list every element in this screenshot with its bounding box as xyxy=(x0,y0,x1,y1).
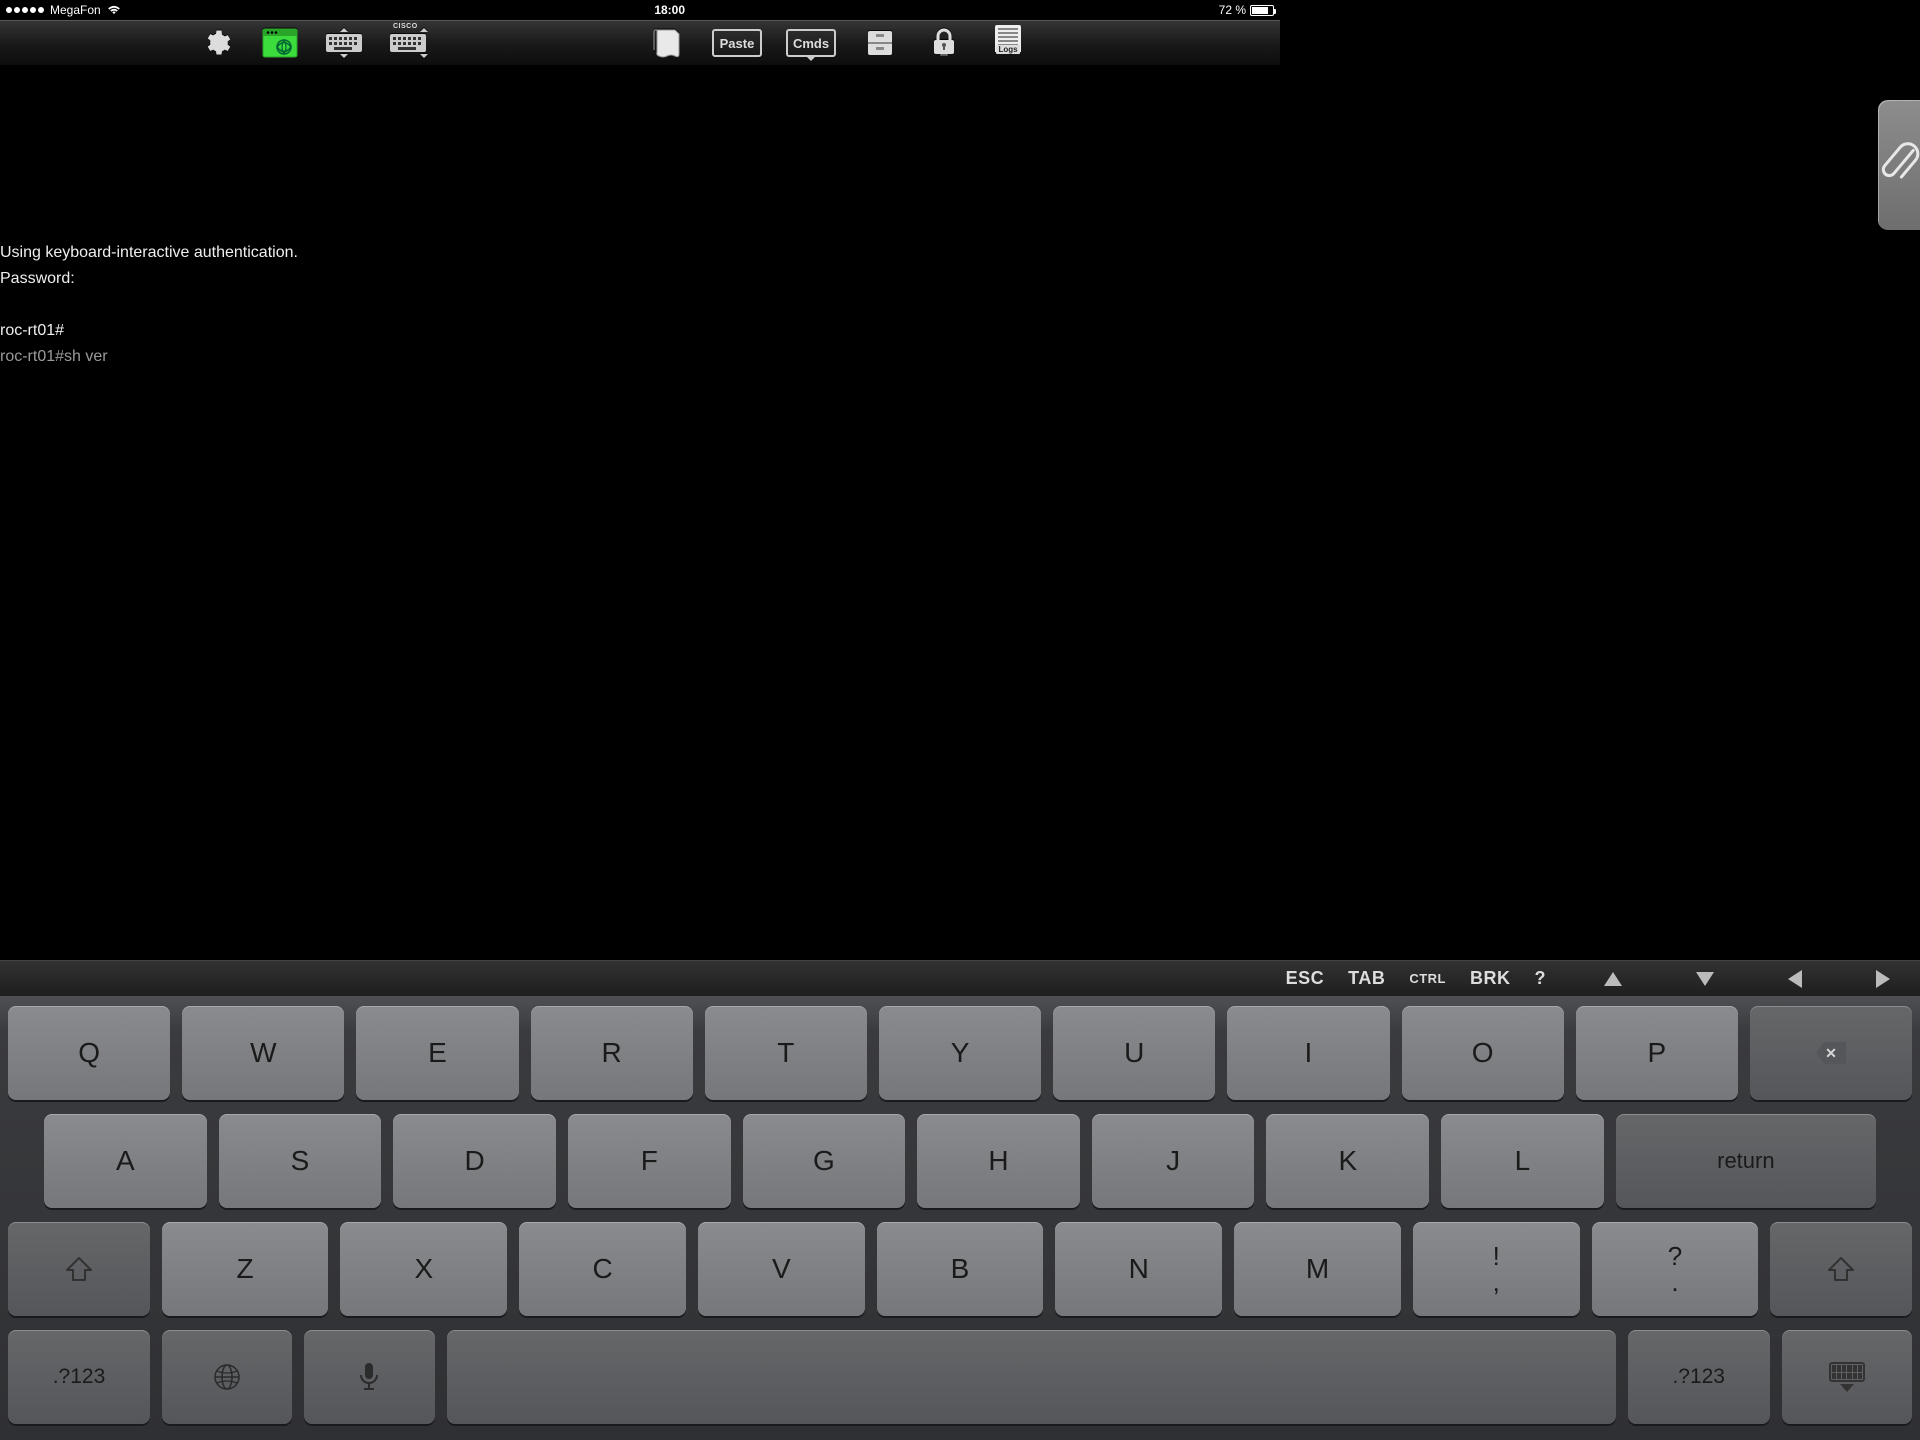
key-b[interactable]: B xyxy=(877,1222,1044,1316)
shift-icon xyxy=(65,1256,93,1282)
hide-keyboard-key[interactable] xyxy=(1782,1330,1912,1424)
terminal-line: Password: xyxy=(0,266,298,292)
hide-keyboard-icon xyxy=(1829,1362,1865,1392)
onscreen-keyboard: QWERTYUIOP✕ ASDFGHJKLreturn ZXCVBNM!,?. … xyxy=(0,996,1920,1440)
key-r[interactable]: R xyxy=(531,1006,693,1100)
brk-key[interactable]: BRK xyxy=(1470,968,1511,989)
ctrl-key[interactable]: CTRL xyxy=(1409,971,1446,986)
key-i[interactable]: I xyxy=(1227,1006,1389,1100)
keyboard-toggle-button[interactable] xyxy=(324,25,364,61)
arrow-up-key[interactable] xyxy=(1604,972,1622,986)
file-manager-button[interactable] xyxy=(860,25,900,61)
arrow-right-key[interactable] xyxy=(1876,970,1890,988)
shift-key-right[interactable] xyxy=(1770,1222,1912,1316)
terminal-aux-keys: ESC TAB CTRL BRK ? xyxy=(0,960,1920,996)
globe-icon xyxy=(212,1362,242,1392)
shift-key-left[interactable] xyxy=(8,1222,150,1316)
key-u[interactable]: U xyxy=(1053,1006,1215,1100)
terminal-line xyxy=(0,292,298,318)
key-z[interactable]: Z xyxy=(162,1222,329,1316)
mode-key-right[interactable]: .?123 xyxy=(1628,1330,1770,1424)
terminal-line: roc-rt01#sh ver xyxy=(0,344,298,370)
connections-button[interactable] xyxy=(260,25,300,61)
commands-button[interactable]: Cmds xyxy=(786,29,836,57)
signal-strength-icon xyxy=(6,7,44,13)
svg-text:****: **** xyxy=(940,54,948,59)
key-period[interactable]: ?. xyxy=(1592,1222,1759,1316)
return-key[interactable]: return xyxy=(1616,1114,1876,1208)
key-p[interactable]: P xyxy=(1576,1006,1738,1100)
settings-button[interactable] xyxy=(196,25,236,61)
key-s[interactable]: S xyxy=(219,1114,382,1208)
backspace-key[interactable]: ✕ xyxy=(1750,1006,1912,1100)
shift-icon xyxy=(1827,1256,1855,1282)
wifi-icon xyxy=(107,5,121,15)
terminal-line: roc-rt01# xyxy=(0,318,298,344)
app-toolbar: CISCO Paste Cmds **** Logs xyxy=(0,20,1280,66)
key-g[interactable]: G xyxy=(743,1114,906,1208)
backspace-icon: ✕ xyxy=(1816,1042,1846,1064)
battery-percent: 72 % xyxy=(1219,3,1246,17)
key-n[interactable]: N xyxy=(1055,1222,1222,1316)
key-y[interactable]: Y xyxy=(879,1006,1041,1100)
key-x[interactable]: X xyxy=(340,1222,507,1316)
carrier-label: MegaFon xyxy=(50,3,101,17)
key-d[interactable]: D xyxy=(393,1114,556,1208)
help-key[interactable]: ? xyxy=(1535,968,1547,989)
key-h[interactable]: H xyxy=(917,1114,1080,1208)
mode-key-left[interactable]: .?123 xyxy=(8,1330,150,1424)
tab-key[interactable]: TAB xyxy=(1348,968,1385,989)
arrow-down-key[interactable] xyxy=(1696,972,1714,986)
key-c[interactable]: C xyxy=(519,1222,686,1316)
battery-icon xyxy=(1250,5,1274,16)
key-q[interactable]: Q xyxy=(8,1006,170,1100)
arrow-left-key[interactable] xyxy=(1788,970,1802,988)
key-w[interactable]: W xyxy=(182,1006,344,1100)
paperclip-icon xyxy=(1874,137,1920,193)
paste-button[interactable]: Paste xyxy=(712,29,762,57)
globe-key[interactable] xyxy=(162,1330,292,1424)
clock: 18:00 xyxy=(121,3,1219,17)
status-bar: MegaFon 18:00 72 % xyxy=(0,0,1280,20)
clipboard-side-tab[interactable] xyxy=(1878,100,1920,230)
key-t[interactable]: T xyxy=(705,1006,867,1100)
key-o[interactable]: O xyxy=(1402,1006,1564,1100)
key-l[interactable]: L xyxy=(1441,1114,1604,1208)
esc-key[interactable]: ESC xyxy=(1286,968,1325,989)
scripts-button[interactable] xyxy=(648,25,688,61)
space-key[interactable] xyxy=(447,1330,1616,1424)
key-k[interactable]: K xyxy=(1266,1114,1429,1208)
logs-button[interactable]: Logs xyxy=(988,25,1028,61)
key-m[interactable]: M xyxy=(1234,1222,1401,1316)
key-comma[interactable]: !, xyxy=(1413,1222,1580,1316)
terminal-line: Using keyboard-interactive authenticatio… xyxy=(0,240,298,266)
key-j[interactable]: J xyxy=(1092,1114,1255,1208)
lock-credentials-button[interactable]: **** xyxy=(924,25,964,61)
cisco-keyboard-button[interactable]: CISCO xyxy=(388,25,428,61)
key-v[interactable]: V xyxy=(698,1222,865,1316)
microphone-icon xyxy=(358,1361,380,1393)
dictation-key[interactable] xyxy=(304,1330,434,1424)
key-e[interactable]: E xyxy=(356,1006,518,1100)
key-f[interactable]: F xyxy=(568,1114,731,1208)
key-a[interactable]: A xyxy=(44,1114,207,1208)
